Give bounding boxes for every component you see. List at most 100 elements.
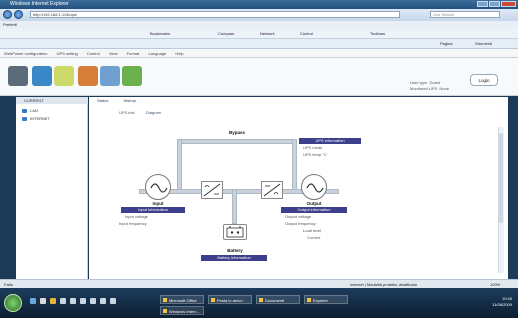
taskbar-app[interactable]: Documenti xyxy=(256,295,300,304)
output-voltage-label: Output voltage xyxy=(285,214,312,219)
menu-webpower-configuration[interactable]: WebPower configuration xyxy=(4,51,48,56)
sidebar-item-label: INTERNET xyxy=(30,116,50,121)
output-info-title: Output information xyxy=(281,207,347,213)
internet-icon xyxy=(22,117,27,121)
input-label: Input xyxy=(152,201,164,206)
input-info-title: Input information xyxy=(121,207,185,213)
start-button[interactable] xyxy=(4,294,22,312)
load-level-label: Load level xyxy=(303,228,322,233)
rectifier-icon xyxy=(201,181,223,199)
sidebar-root[interactable]: CURRENT xyxy=(16,97,88,104)
menu-language[interactable]: Language xyxy=(148,51,166,56)
menu-view[interactable]: View xyxy=(109,51,118,56)
battery-label: Battery xyxy=(227,248,243,253)
back-button[interactable] xyxy=(3,10,12,19)
battery-riser xyxy=(232,189,237,224)
page-menu[interactable]: Pagina xyxy=(440,39,452,49)
link-network[interactable]: Network xyxy=(260,29,275,39)
config-icon[interactable] xyxy=(54,66,74,86)
bypass-bus xyxy=(177,139,297,144)
input-voltage-label: Input voltage xyxy=(125,214,148,219)
link-bookmarks[interactable]: Bookmarks xyxy=(150,29,170,39)
menu-ups-setting[interactable]: UPS setting xyxy=(57,51,78,56)
quicklaunch-icon[interactable] xyxy=(40,298,46,304)
command-toolbar: Pagina Strumenti xyxy=(0,39,518,49)
quicklaunch-icon[interactable] xyxy=(30,298,36,304)
tools-menu[interactable]: Strumenti xyxy=(475,39,492,49)
sub-tabs: UPS info Diagram xyxy=(119,109,171,117)
monitored-ups-value: None xyxy=(439,86,449,91)
window-titlebar: Windows Internet Explorer xyxy=(0,0,518,9)
user-type-label: User type xyxy=(410,80,428,85)
minimize-button[interactable] xyxy=(477,1,488,7)
network-icon[interactable] xyxy=(100,66,120,86)
app-menu: WebPower configuration UPS setting Contr… xyxy=(0,49,518,58)
tab-status[interactable]: Status xyxy=(97,98,108,103)
monitor-icon[interactable] xyxy=(32,66,52,86)
taskbar-app[interactable]: Windows Intern... xyxy=(160,306,204,315)
user-info: User type Guest Monitored UPS None xyxy=(410,80,470,92)
inverter-icon xyxy=(261,181,283,199)
ups-mode-label: UPS mode xyxy=(303,145,323,150)
search-input[interactable]: Live Search xyxy=(430,11,500,18)
url-input[interactable]: http://192.168.1.115/ups/ xyxy=(30,11,400,18)
input-ac-icon xyxy=(145,174,171,200)
taskbar: Microsoft Office Posta in arrivo Documen… xyxy=(0,288,518,318)
menu-help[interactable]: Help xyxy=(175,51,183,56)
clock-date: 11/06/2009 xyxy=(492,302,512,307)
taskbar-app[interactable]: Microsoft Office xyxy=(160,295,204,304)
link-compare[interactable]: Compare xyxy=(218,29,234,39)
quicklaunch-icon[interactable] xyxy=(100,298,106,304)
tab-diagram[interactable]: Diagram xyxy=(146,110,161,115)
system-clock[interactable]: 10:45 11/06/2009 xyxy=(482,296,512,308)
quicklaunch-icon[interactable] xyxy=(110,298,116,304)
sidebar-item-internet[interactable]: INTERNET xyxy=(22,116,50,122)
tools-icon[interactable] xyxy=(78,66,98,86)
lan-icon xyxy=(22,109,27,113)
login-button[interactable]: Login xyxy=(470,74,498,86)
ups-temp-label: UPS temp °C xyxy=(303,152,327,157)
menu-format[interactable]: Format xyxy=(127,51,140,56)
taskbar-app[interactable]: Posta in arrivo xyxy=(208,295,252,304)
input-frequency-label: Input frequency xyxy=(119,221,147,226)
tab-history[interactable]: History xyxy=(123,98,135,103)
sidebar-item-label: LAN xyxy=(30,108,38,113)
schedule-icon[interactable] xyxy=(122,66,142,86)
taskbar-app[interactable]: Explorer xyxy=(304,295,348,304)
quicklaunch-icon[interactable] xyxy=(60,298,66,304)
status-bar: Fatto Internet | Modalità protetta: disa… xyxy=(0,279,518,288)
quicklaunch-icon[interactable] xyxy=(70,298,76,304)
battery-icon xyxy=(223,224,247,240)
monitored-ups-label: Monitored UPS xyxy=(410,86,438,91)
output-label: Output xyxy=(306,201,322,206)
scrollbar-thumb[interactable] xyxy=(499,133,503,223)
address-bar: http://192.168.1.115/ups/ Live Search xyxy=(0,9,518,21)
ups-icon[interactable] xyxy=(8,66,28,86)
link-toolbars[interactable]: Toolbars xyxy=(370,29,385,39)
bypass-label: Bypass xyxy=(228,130,245,135)
sidebar: CURRENT LAN INTERNET xyxy=(16,97,88,279)
link-control[interactable]: Control xyxy=(300,29,313,39)
window-controls xyxy=(477,1,516,7)
favorites-bar: Preferiti xyxy=(0,21,518,29)
menu-control[interactable]: Control xyxy=(87,51,100,56)
quicklaunch-icon[interactable] xyxy=(90,298,96,304)
sidebar-item-lan[interactable]: LAN xyxy=(22,108,38,114)
window-title: Windows Internet Explorer xyxy=(10,1,69,7)
bypass-right-riser xyxy=(292,139,297,193)
main-content: Status History UPS info Diagram Bypass U… xyxy=(89,97,508,279)
forward-button[interactable] xyxy=(14,10,23,19)
ups-info-title: UPS information xyxy=(299,138,361,144)
favorites-button[interactable]: Preferiti xyxy=(3,22,17,27)
output-frequency-label: Output frequency xyxy=(285,221,316,226)
status-tabs: Status History xyxy=(89,97,142,105)
tab-ups-info[interactable]: UPS info xyxy=(119,110,135,115)
battery-info-title: Battery information xyxy=(201,255,267,261)
quicklaunch-icon[interactable] xyxy=(50,298,56,304)
user-type-value: Guest xyxy=(429,80,441,85)
links-toolbar: Bookmarks Compare Network Control Toolba… xyxy=(0,29,518,39)
close-button[interactable] xyxy=(501,1,516,7)
quicklaunch-icon[interactable] xyxy=(80,298,86,304)
app-header: User type Guest Monitored UPS None Login xyxy=(0,58,518,96)
maximize-button[interactable] xyxy=(489,1,500,7)
